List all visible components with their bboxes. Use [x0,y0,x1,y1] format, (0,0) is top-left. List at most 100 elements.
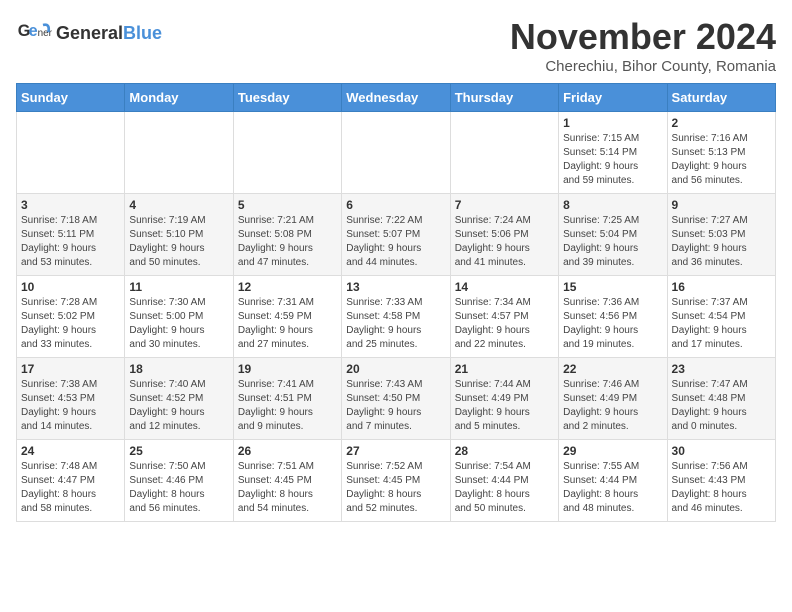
page-subtitle: Cherechiu, Bihor County, Romania [510,58,776,75]
header-friday: Friday [559,84,667,112]
day-number: 9 [672,198,771,212]
calendar-cell: 5 Sunrise: 7:21 AM Sunset: 5:08 PM Daylig… [233,194,341,276]
header-sunday: Sunday [17,84,125,112]
day-number: 4 [129,198,228,212]
day-info: Sunrise: 7:27 AM Sunset: 5:03 PM Dayligh… [672,214,771,270]
header-saturday: Saturday [667,84,775,112]
calendar-cell: 9 Sunrise: 7:27 AM Sunset: 5:03 PM Daylig… [667,194,775,276]
day-number: 15 [563,280,662,294]
day-info: Sunrise: 7:46 AM Sunset: 4:49 PM Dayligh… [563,378,662,434]
calendar-table: SundayMondayTuesdayWednesdayThursdayFrid… [16,83,776,522]
calendar-cell: 30 Sunrise: 7:56 AM Sunset: 4:43 PM Dayli… [667,440,775,522]
calendar-cell [125,112,233,194]
day-info: Sunrise: 7:19 AM Sunset: 5:10 PM Dayligh… [129,214,228,270]
calendar-cell: 3 Sunrise: 7:18 AM Sunset: 5:11 PM Daylig… [17,194,125,276]
day-number: 17 [21,362,120,376]
header-tuesday: Tuesday [233,84,341,112]
header-monday: Monday [125,84,233,112]
calendar-cell: 29 Sunrise: 7:55 AM Sunset: 4:44 PM Dayli… [559,440,667,522]
day-info: Sunrise: 7:30 AM Sunset: 5:00 PM Dayligh… [129,296,228,352]
page-title: November 2024 [510,16,776,58]
calendar-week-row: 10 Sunrise: 7:28 AM Sunset: 5:02 PM Dayli… [17,276,776,358]
day-number: 21 [455,362,554,376]
day-number: 18 [129,362,228,376]
day-number: 3 [21,198,120,212]
calendar-cell: 7 Sunrise: 7:24 AM Sunset: 5:06 PM Daylig… [450,194,558,276]
day-number: 27 [346,444,445,458]
logo-icon: G e neral [16,16,52,52]
calendar-cell: 24 Sunrise: 7:48 AM Sunset: 4:47 PM Dayli… [17,440,125,522]
calendar-cell: 11Sunrise: 7:30 AM Sunset: 5:00 PM Dayli… [125,276,233,358]
day-info: Sunrise: 7:18 AM Sunset: 5:11 PM Dayligh… [21,214,120,270]
page-header: G e neral GeneralBlue November 2024 Cher… [16,16,776,75]
calendar-week-row: 3 Sunrise: 7:18 AM Sunset: 5:11 PM Daylig… [17,194,776,276]
day-number: 24 [21,444,120,458]
day-number: 5 [238,198,337,212]
day-number: 26 [238,444,337,458]
calendar-cell: 27 Sunrise: 7:52 AM Sunset: 4:45 PM Dayli… [342,440,450,522]
calendar-week-row: 24 Sunrise: 7:48 AM Sunset: 4:47 PM Dayli… [17,440,776,522]
title-block: November 2024 Cherechiu, Bihor County, R… [510,16,776,75]
calendar-cell: 20 Sunrise: 7:43 AM Sunset: 4:50 PM Dayli… [342,358,450,440]
svg-text:e: e [29,22,38,40]
day-info: Sunrise: 7:33 AM Sunset: 4:58 PM Dayligh… [346,296,445,352]
day-info: Sunrise: 7:40 AM Sunset: 4:52 PM Dayligh… [129,378,228,434]
day-info: Sunrise: 7:44 AM Sunset: 4:49 PM Dayligh… [455,378,554,434]
day-info: Sunrise: 7:47 AM Sunset: 4:48 PM Dayligh… [672,378,771,434]
calendar-cell: 4 Sunrise: 7:19 AM Sunset: 5:10 PM Daylig… [125,194,233,276]
day-info: Sunrise: 7:37 AM Sunset: 4:54 PM Dayligh… [672,296,771,352]
calendar-cell: 21 Sunrise: 7:44 AM Sunset: 4:49 PM Dayli… [450,358,558,440]
day-info: Sunrise: 7:34 AM Sunset: 4:57 PM Dayligh… [455,296,554,352]
day-info: Sunrise: 7:51 AM Sunset: 4:45 PM Dayligh… [238,460,337,516]
calendar-cell: 1 Sunrise: 7:15 AM Sunset: 5:14 PM Daylig… [559,112,667,194]
day-info: Sunrise: 7:41 AM Sunset: 4:51 PM Dayligh… [238,378,337,434]
day-number: 20 [346,362,445,376]
calendar-cell: 6Sunrise: 7:22 AM Sunset: 5:07 PM Daylig… [342,194,450,276]
calendar-cell: 22Sunrise: 7:46 AM Sunset: 4:49 PM Dayli… [559,358,667,440]
calendar-cell: 8Sunrise: 7:25 AM Sunset: 5:04 PM Daylig… [559,194,667,276]
calendar-cell: 16 Sunrise: 7:37 AM Sunset: 4:54 PM Dayli… [667,276,775,358]
day-number: 19 [238,362,337,376]
calendar-cell [17,112,125,194]
day-info: Sunrise: 7:15 AM Sunset: 5:14 PM Dayligh… [563,132,662,188]
calendar-cell: 19 Sunrise: 7:41 AM Sunset: 4:51 PM Dayli… [233,358,341,440]
day-number: 30 [672,444,771,458]
calendar-cell: 13Sunrise: 7:33 AM Sunset: 4:58 PM Dayli… [342,276,450,358]
logo: G e neral GeneralBlue [16,16,162,52]
calendar-cell: 18 Sunrise: 7:40 AM Sunset: 4:52 PM Dayli… [125,358,233,440]
day-info: Sunrise: 7:38 AM Sunset: 4:53 PM Dayligh… [21,378,120,434]
calendar-cell: 28 Sunrise: 7:54 AM Sunset: 4:44 PM Dayli… [450,440,558,522]
day-number: 7 [455,198,554,212]
day-number: 16 [672,280,771,294]
day-number: 12 [238,280,337,294]
day-number: 25 [129,444,228,458]
day-number: 1 [563,116,662,130]
day-info: Sunrise: 7:21 AM Sunset: 5:08 PM Dayligh… [238,214,337,270]
day-number: 29 [563,444,662,458]
day-info: Sunrise: 7:55 AM Sunset: 4:44 PM Dayligh… [563,460,662,516]
day-info: Sunrise: 7:36 AM Sunset: 4:56 PM Dayligh… [563,296,662,352]
calendar-week-row: 17 Sunrise: 7:38 AM Sunset: 4:53 PM Dayli… [17,358,776,440]
day-number: 2 [672,116,771,130]
calendar-cell: 25 Sunrise: 7:50 AM Sunset: 4:46 PM Dayli… [125,440,233,522]
day-info: Sunrise: 7:22 AM Sunset: 5:07 PM Dayligh… [346,214,445,270]
day-info: Sunrise: 7:24 AM Sunset: 5:06 PM Dayligh… [455,214,554,270]
day-info: Sunrise: 7:48 AM Sunset: 4:47 PM Dayligh… [21,460,120,516]
logo-text: GeneralBlue [56,24,162,44]
day-number: 28 [455,444,554,458]
day-info: Sunrise: 7:56 AM Sunset: 4:43 PM Dayligh… [672,460,771,516]
calendar-cell: 14Sunrise: 7:34 AM Sunset: 4:57 PM Dayli… [450,276,558,358]
day-info: Sunrise: 7:28 AM Sunset: 5:02 PM Dayligh… [21,296,120,352]
day-info: Sunrise: 7:25 AM Sunset: 5:04 PM Dayligh… [563,214,662,270]
calendar-cell [233,112,341,194]
day-number: 10 [21,280,120,294]
calendar-cell: 10 Sunrise: 7:28 AM Sunset: 5:02 PM Dayli… [17,276,125,358]
day-info: Sunrise: 7:54 AM Sunset: 4:44 PM Dayligh… [455,460,554,516]
day-info: Sunrise: 7:43 AM Sunset: 4:50 PM Dayligh… [346,378,445,434]
header-thursday: Thursday [450,84,558,112]
day-info: Sunrise: 7:52 AM Sunset: 4:45 PM Dayligh… [346,460,445,516]
day-info: Sunrise: 7:50 AM Sunset: 4:46 PM Dayligh… [129,460,228,516]
calendar-cell: 12Sunrise: 7:31 AM Sunset: 4:59 PM Dayli… [233,276,341,358]
calendar-cell: 26 Sunrise: 7:51 AM Sunset: 4:45 PM Dayli… [233,440,341,522]
calendar-week-row: 1 Sunrise: 7:15 AM Sunset: 5:14 PM Daylig… [17,112,776,194]
